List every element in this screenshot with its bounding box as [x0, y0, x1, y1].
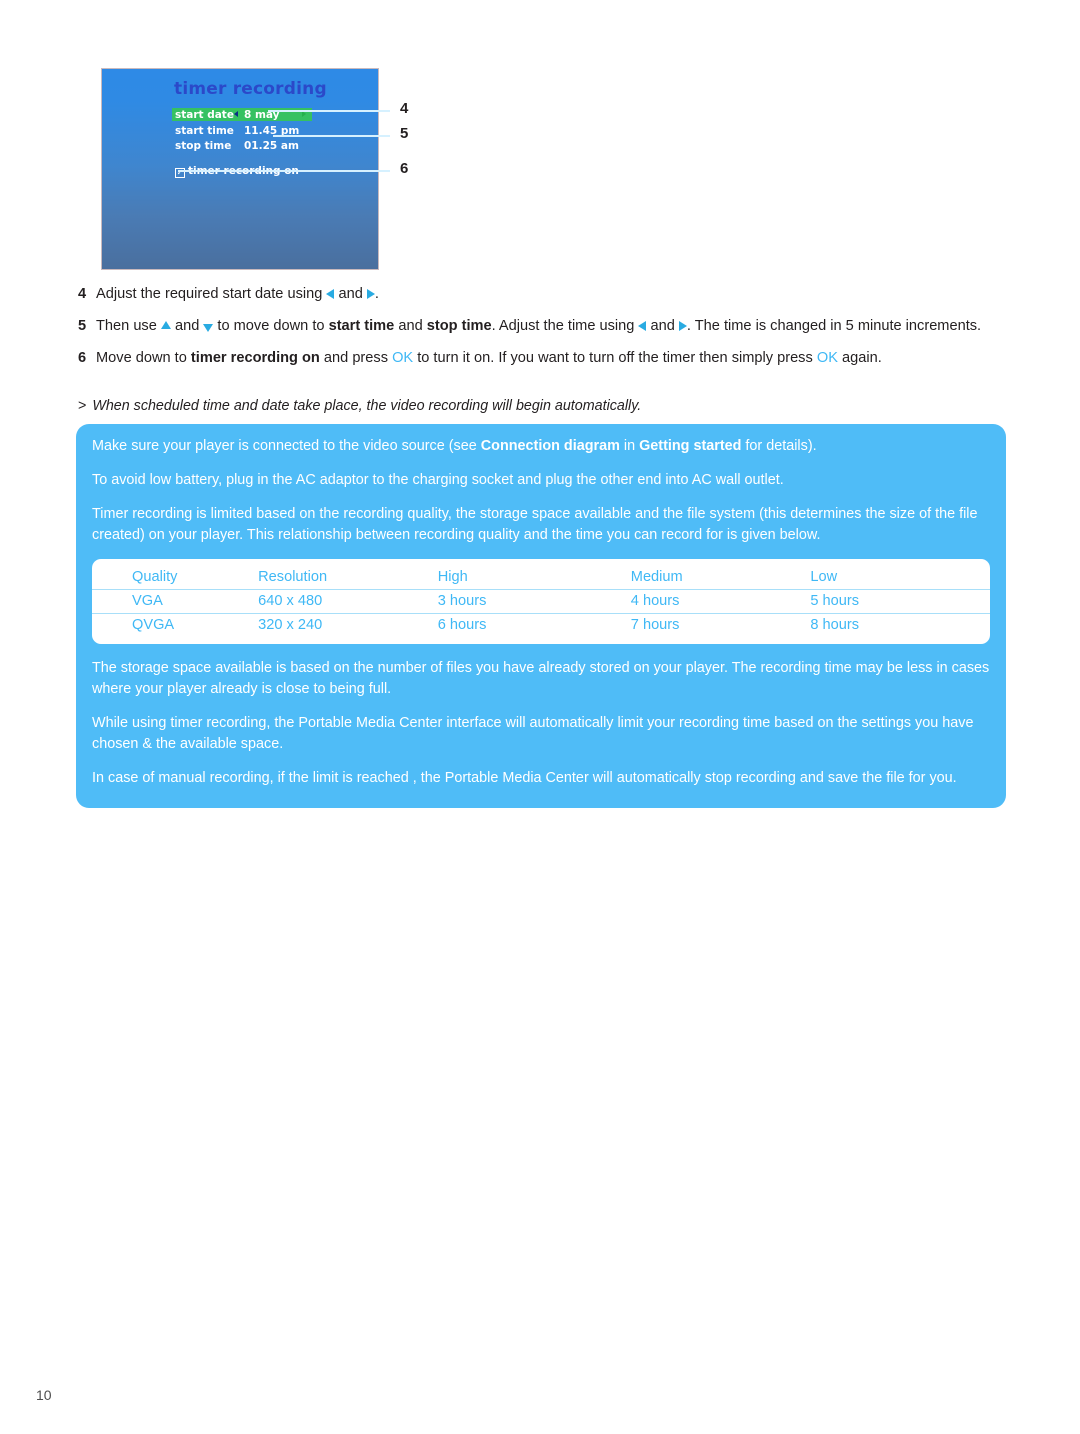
- step-text: Move down to timer recording on and pres…: [96, 350, 882, 366]
- callout-number-5: 5: [400, 125, 409, 142]
- triangle-left-icon: [326, 289, 335, 299]
- table-cell: 5 hours: [810, 589, 990, 614]
- page-number: 10: [36, 1387, 52, 1403]
- recording-time-table: Quality Resolution High Medium Low VGA 6…: [92, 566, 990, 637]
- information-panel: Make sure your player is connected to th…: [76, 424, 1006, 808]
- callout-number-6: 6: [400, 160, 409, 177]
- table-row: QVGA 320 x 240 6 hours 7 hours 8 hours: [92, 614, 990, 638]
- table-cell: VGA: [92, 589, 259, 614]
- table-header-row: Quality Resolution High Medium Low: [92, 566, 990, 590]
- step-number: 6: [78, 350, 87, 366]
- screen-row-value: 01.25 am: [244, 140, 299, 152]
- info-p1-d: for details).: [741, 438, 817, 454]
- table-header-cell: Quality: [92, 566, 259, 590]
- step-number: 4: [78, 286, 87, 302]
- triangle-left-icon: [638, 321, 647, 331]
- recording-time-table-container: Quality Resolution High Medium Low VGA 6…: [92, 559, 990, 644]
- callout-number-4: 4: [400, 100, 409, 117]
- ok-key-label: OK: [816, 350, 838, 366]
- device-screen-content: timer recording start date 8 may start t…: [102, 69, 378, 269]
- timer-recording-figure: timer recording start date 8 may start t…: [102, 69, 378, 269]
- step-item: 4 Adjust the required start date using a…: [78, 284, 1008, 305]
- step-item: 5 Then use and to move down to start tim…: [78, 316, 1008, 337]
- triangle-left-icon[interactable]: [234, 111, 238, 117]
- callout-leader-line: [273, 135, 390, 137]
- info-paragraph-1: Make sure your player is connected to th…: [92, 436, 990, 457]
- note-text: When scheduled time and date take place,…: [92, 398, 642, 414]
- step-item: 6 Move down to timer recording on and pr…: [78, 348, 1008, 369]
- info-p1-c: in: [619, 438, 640, 454]
- instruction-step-list: 4 Adjust the required start date using a…: [78, 284, 1008, 380]
- table-cell: 3 hours: [437, 589, 631, 614]
- screen-row-label: start date: [175, 109, 234, 121]
- info-paragraph-4: The storage space available is based on …: [92, 660, 990, 697]
- emphasis-text: stop time: [426, 318, 492, 334]
- triangle-right-icon: [678, 321, 687, 331]
- table-cell: 8 hours: [810, 617, 860, 633]
- table-cell: 6 hours: [437, 617, 487, 633]
- ok-key-label: OK: [392, 350, 414, 366]
- screen-row-label: stop time: [175, 140, 232, 152]
- italic-note: > When scheduled time and date take place…: [78, 396, 1008, 416]
- emphasis-text: start time: [328, 318, 395, 334]
- triangle-right-icon: [366, 289, 375, 299]
- info-p1-a: Make sure your player is connected to th…: [92, 438, 481, 454]
- table-row: VGA 640 x 480 3 hours 4 hours 5 hours: [92, 589, 990, 614]
- info-paragraph-6: In case of manual recording, if the limi…: [92, 770, 957, 786]
- table-cell: 4 hours: [630, 589, 811, 614]
- table-header-cell: High: [437, 566, 631, 590]
- step-text: Then use and to move down to start time …: [96, 318, 982, 334]
- screen-title: timer recording: [174, 79, 327, 99]
- table-cell: 640 x 480: [258, 589, 438, 614]
- screen-row-label: start time: [175, 125, 234, 137]
- table-cell: 7 hours: [630, 617, 680, 633]
- device-screen-background: timer recording start date 8 may start t…: [102, 69, 378, 269]
- step-text: Adjust the required start date using and…: [96, 286, 379, 302]
- info-p1-bold-getting-started: Getting started: [639, 438, 742, 454]
- table-cell: 320 x 240: [258, 617, 323, 633]
- info-paragraph-5: While using timer recording, the Portabl…: [92, 715, 974, 752]
- table-header-cell: Resolution: [258, 566, 438, 590]
- callout-leader-line: [268, 110, 390, 112]
- note-marker: >: [78, 398, 87, 414]
- triangle-down-icon: [203, 324, 214, 332]
- table-header-cell: Low: [810, 566, 990, 590]
- info-p1-bold-connection-diagram: Connection diagram: [480, 438, 620, 454]
- info-paragraph-2: To avoid low battery, plug in the AC ada…: [92, 472, 784, 488]
- info-paragraph-3: Timer recording is limited based on the …: [92, 506, 978, 543]
- table-header-cell: Medium: [630, 566, 811, 590]
- table-cell: QVGA: [132, 617, 175, 633]
- screen-row-stop-time[interactable]: stop time 01.25 am: [172, 139, 312, 152]
- callout-leader-line: [178, 170, 390, 172]
- triangle-up-icon: [160, 321, 171, 329]
- step-number: 5: [78, 318, 87, 334]
- emphasis-text: timer recording on: [190, 350, 320, 366]
